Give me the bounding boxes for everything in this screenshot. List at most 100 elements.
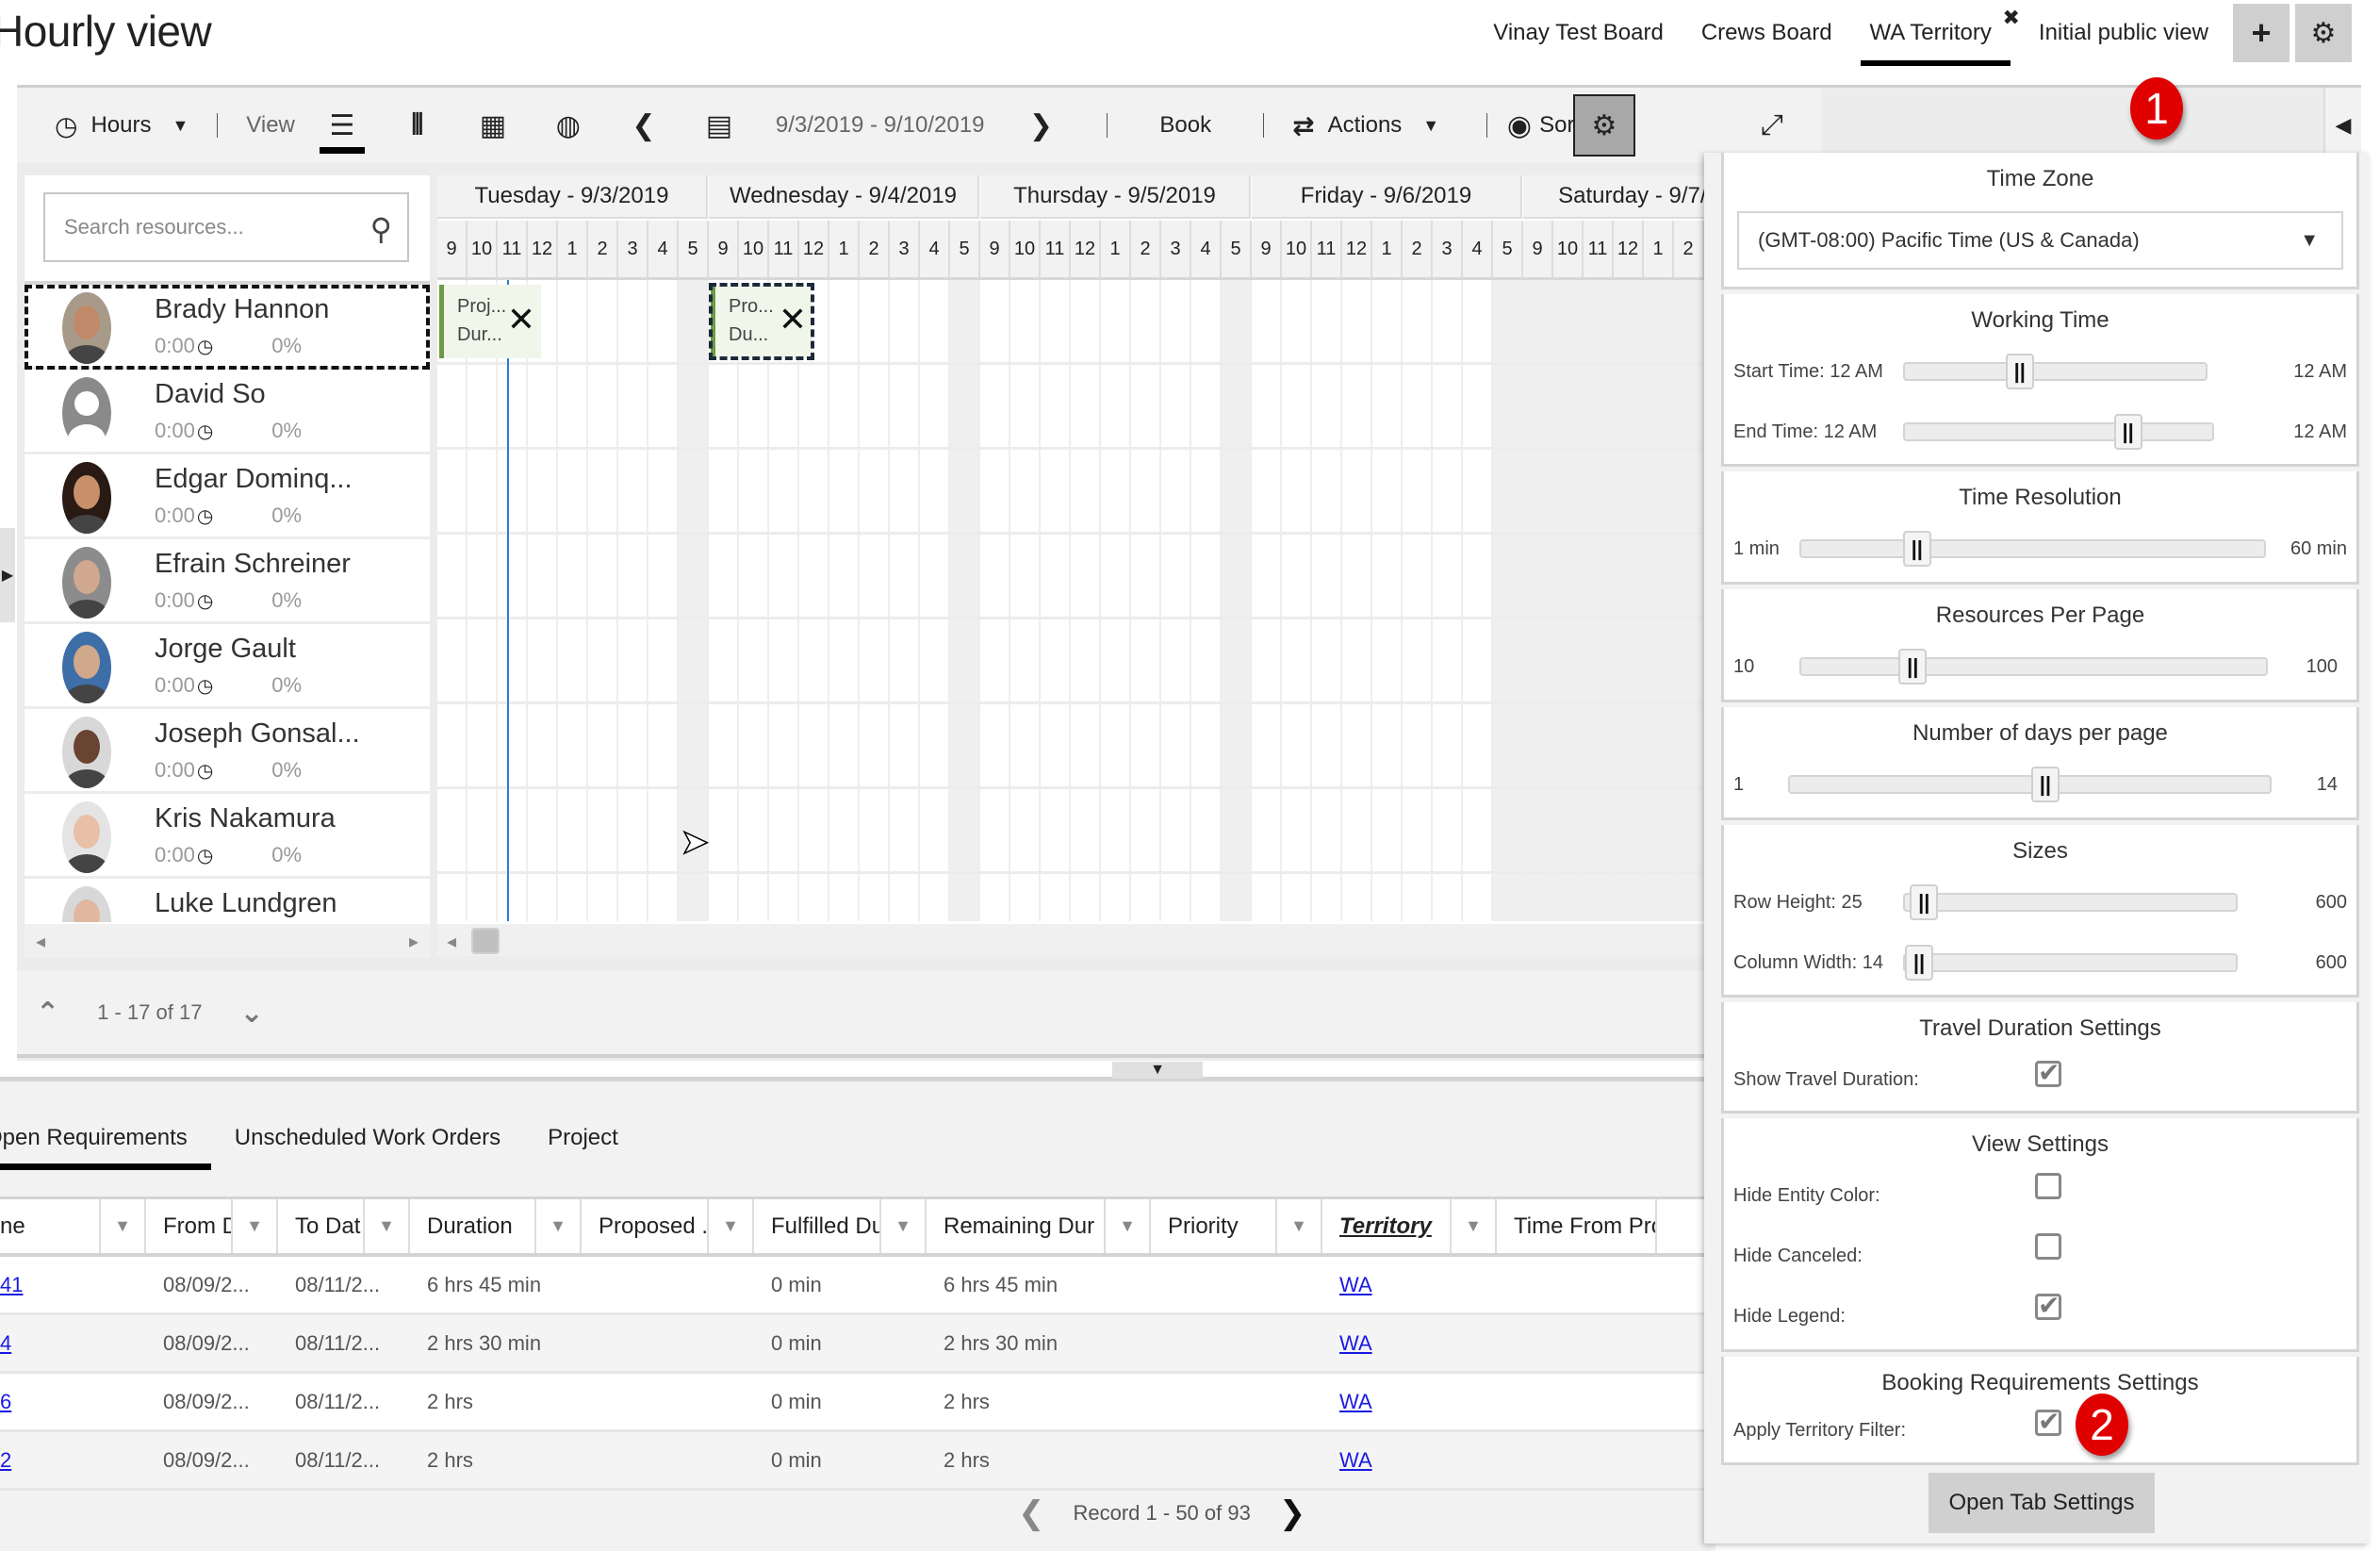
resource-row[interactable]: Jorge Gault 0:00 ◷ 0% [25, 624, 430, 709]
territory-link[interactable]: WA [1339, 1448, 1372, 1473]
grid-horizontal-scrollbar[interactable]: ◂ [437, 924, 1822, 958]
time-slot-column[interactable] [1674, 280, 1704, 921]
board-settings-button[interactable]: ⚙ [2295, 4, 2352, 62]
time-slot-column[interactable] [1312, 280, 1342, 921]
column-filter-icon[interactable]: ▼ [365, 1199, 410, 1253]
time-slot-column[interactable] [1252, 280, 1282, 921]
time-slot-column[interactable] [1372, 280, 1403, 921]
actions-dropdown[interactable]: ⇄ Actions ▼ [1292, 88, 1439, 163]
time-slot-column[interactable] [1041, 280, 1071, 921]
column-header[interactable]: Time From Pro. [1497, 1199, 1657, 1253]
column-filter-icon[interactable]: ▼ [1106, 1199, 1151, 1253]
time-slot-column[interactable] [437, 280, 468, 921]
time-slot-column[interactable] [1131, 280, 1161, 921]
date-range[interactable]: 9/3/2019 - 9/10/2019 [776, 88, 985, 163]
column-header[interactable]: Proposed . [582, 1199, 709, 1253]
time-slot-column[interactable] [1433, 280, 1463, 921]
vertical-view-button[interactable]: ⦀ [380, 88, 455, 163]
board-tab-wa-territory[interactable]: WA Territory ✖ [1851, 0, 2020, 66]
remove-booking-icon[interactable]: ✕ [779, 303, 807, 337]
territory-link[interactable]: WA [1339, 1273, 1372, 1297]
tab-project[interactable]: Project [524, 1110, 642, 1166]
slider-thumb[interactable]: || [2113, 414, 2142, 450]
resource-horizontal-scrollbar[interactable]: ◂ ▸ [25, 924, 430, 958]
column-header[interactable]: To Dat [278, 1199, 365, 1253]
resource-row[interactable]: Luke Lundgren0:00◷0% [25, 879, 430, 922]
time-slot-column[interactable] [799, 280, 829, 921]
column-filter-icon[interactable]: ▼ [101, 1199, 146, 1253]
column-filter-icon[interactable]: ▼ [233, 1199, 278, 1253]
hide-legend-checkbox[interactable]: ✔ [2035, 1293, 2061, 1320]
map-view-button[interactable]: ◍ [531, 88, 606, 163]
time-slot-column[interactable] [890, 280, 920, 921]
slider-thumb[interactable]: || [1902, 531, 1931, 567]
tab-open-requirements[interactable]: Open Requirements [0, 1110, 211, 1170]
page-down-button[interactable]: ⌄ [239, 997, 263, 1030]
time-zone-select[interactable]: (GMT-08:00) Pacific Time (US & Canada) ▼ [1737, 211, 2343, 270]
time-slot-column[interactable] [498, 280, 528, 921]
refresh-button[interactable] [1658, 94, 1696, 157]
scroll-left-icon[interactable]: ◂ [447, 930, 456, 953]
requirement-link[interactable]: 4 [0, 1331, 11, 1356]
resource-row[interactable]: Edgar Dominq... 0:00 ◷ 0% [25, 454, 430, 539]
table-row[interactable]: 4 08/09/2... 08/11/2... 2 hrs 30 min 0 min 2 … [0, 1315, 1715, 1374]
booking-block[interactable]: Pro... Du... ✕ [709, 283, 814, 360]
slider-thumb[interactable]: || [1910, 884, 1939, 920]
time-slot-column[interactable] [588, 280, 618, 921]
book-button[interactable]: Book [1159, 88, 1211, 163]
next-range-button[interactable]: ❯ [1003, 88, 1078, 163]
requirement-link[interactable]: 41 [0, 1273, 23, 1297]
time-resolution-slider[interactable]: || [1799, 531, 2266, 567]
resource-row[interactable]: Kris Nakamura 0:00 ◷ 0% [25, 794, 430, 879]
time-slot-column[interactable] [1584, 280, 1614, 921]
resource-row[interactable]: David So 0:00 ◷ 0% [25, 370, 430, 454]
resource-row[interactable]: Joseph Gonsal... 0:00 ◷ 0% [25, 709, 430, 794]
time-slot-column[interactable] [1101, 280, 1131, 921]
column-header[interactable]: ne [0, 1199, 101, 1253]
table-row[interactable]: 41 08/09/2... 08/11/2... 6 hrs 45 min 0 min 6… [0, 1257, 1715, 1315]
time-slot-column[interactable] [528, 280, 558, 921]
start-time-slider[interactable]: || [1903, 354, 2208, 389]
time-slot-column[interactable] [860, 280, 890, 921]
time-slot-column[interactable] [1614, 280, 1644, 921]
end-time-slider[interactable]: || [1903, 414, 2214, 450]
column-filter-icon[interactable]: ▼ [536, 1199, 582, 1253]
time-slot-column[interactable] [1553, 280, 1584, 921]
time-slot-column[interactable] [618, 280, 648, 921]
time-slot-column[interactable] [1161, 280, 1191, 921]
time-slot-column[interactable] [1222, 280, 1252, 921]
column-header[interactable]: Remaining Dur [927, 1199, 1106, 1253]
scroll-left-icon[interactable]: ◂ [36, 930, 45, 953]
board-tab-crews-board[interactable]: Crews Board [1682, 0, 1851, 66]
booking-block[interactable]: Proj... Dur... ✕ [439, 285, 541, 358]
time-slot-column[interactable] [468, 280, 498, 921]
column-width-slider[interactable]: || [1903, 945, 2238, 981]
fullscreen-button[interactable]: ⤢ [1741, 94, 1803, 157]
split-toggle-button[interactable]: ▼ [1112, 1062, 1203, 1079]
time-slot-column[interactable] [980, 280, 1010, 921]
days-per-page-slider[interactable]: || [1788, 767, 2272, 802]
page-up-button[interactable]: ⌃ [36, 997, 59, 1030]
time-slot-column[interactable] [1523, 280, 1553, 921]
time-slot-column[interactable] [1191, 280, 1222, 921]
tab-unscheduled-work-orders[interactable]: Unscheduled Work Orders [211, 1110, 524, 1166]
list-view-button[interactable]: ☰ [304, 88, 380, 163]
hide-canceled-checkbox[interactable] [2035, 1233, 2061, 1260]
time-slot-column[interactable] [1644, 280, 1674, 921]
slider-thumb[interactable]: || [1898, 649, 1928, 685]
resource-row[interactable]: Brady Hannon 0:00 ◷ 0% [25, 285, 430, 370]
previous-page-button[interactable]: ❮ [1018, 1494, 1045, 1532]
requirement-link[interactable]: 6 [0, 1390, 11, 1414]
column-filter-icon[interactable]: ▼ [1277, 1199, 1322, 1253]
time-slot-column[interactable] [829, 280, 860, 921]
time-slot-column[interactable] [648, 280, 679, 921]
time-slot-column[interactable] [920, 280, 950, 921]
resources-per-page-slider[interactable]: || [1799, 649, 2268, 685]
time-slot-column[interactable] [1403, 280, 1433, 921]
time-slot-column[interactable] [558, 280, 588, 921]
column-header[interactable]: From D [146, 1199, 233, 1253]
time-slot-column[interactable] [709, 280, 739, 921]
requirement-link[interactable]: 2 [0, 1448, 11, 1473]
column-filter-icon[interactable]: ▼ [1452, 1199, 1497, 1253]
previous-range-button[interactable]: ❮ [606, 88, 681, 163]
